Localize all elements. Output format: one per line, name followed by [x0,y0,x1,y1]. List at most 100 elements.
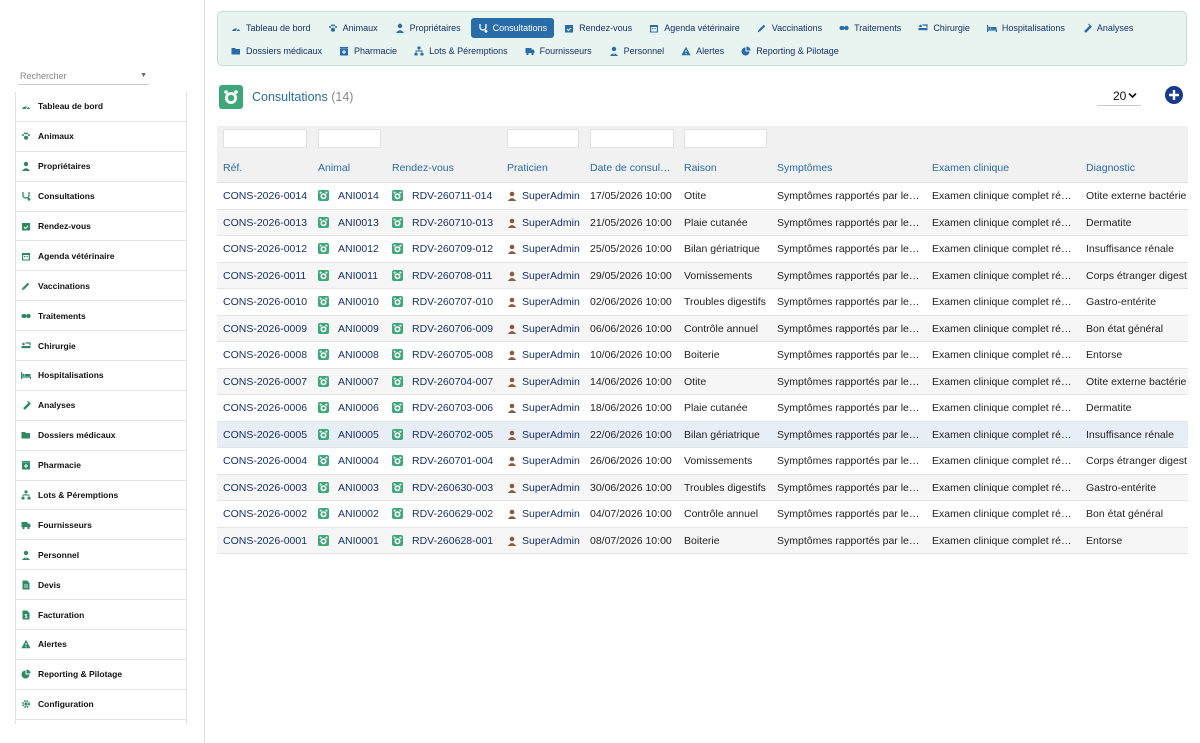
cell-animal[interactable]: ANI0013 [318,216,379,229]
rdv-link[interactable]: RDV-260705-008 [412,349,493,361]
sidebar-item-alertes[interactable]: Alertes [16,630,186,660]
cell-rdv[interactable]: RDV-260711-014 [392,190,492,202]
animal-link[interactable]: ANI0013 [338,217,379,229]
ref-link[interactable]: CONS-2026-0003 [223,482,307,494]
sidebar-item-fournisseurs[interactable]: Fournisseurs [16,510,186,541]
ref-link[interactable]: CONS-2026-0012 [223,243,307,255]
tab-rendez-vous[interactable]: Rendez-vous [557,18,639,38]
cell-animal[interactable]: ANI0006 [318,402,379,414]
cell-rdv[interactable]: RDV-260701-004 [392,455,493,467]
tab-traitements[interactable]: Traitements [832,18,908,38]
cell-rdv[interactable]: RDV-260708-011 [392,269,492,282]
rdv-link[interactable]: RDV-260710-013 [412,217,493,229]
animal-link[interactable]: ANI0011 [338,270,378,282]
sidebar-item-analyses[interactable]: Analyses [16,391,186,421]
cell-rdv[interactable]: RDV-260628-001 [392,534,493,547]
cell-praticien[interactable]: SuperAdmin [507,376,580,388]
ref-link[interactable]: CONS-2026-0008 [223,349,307,361]
tab-hospitalisations[interactable]: Hospitalisations [980,18,1072,38]
animal-link[interactable]: ANI0012 [338,243,379,255]
sidebar-item-reporting-pilotage[interactable]: Reporting & Pilotage [16,660,186,690]
filter-praticien-input[interactable] [507,129,579,148]
cell-praticien[interactable]: SuperAdmin [507,455,580,467]
tab-reporting-pilotage[interactable]: Reporting & Pilotage [734,41,846,61]
sidebar-item-chirurgie[interactable]: Chirurgie [16,331,186,362]
rdv-link[interactable]: RDV-260704-007 [412,376,493,388]
rdv-link[interactable]: RDV-260630-003 [412,482,493,494]
cell-rdv[interactable]: RDV-260704-007 [392,375,493,388]
sidebar-item-facturation[interactable]: $ Facturation [16,600,186,631]
sidebar-item-lots-p-remptions[interactable]: Lots & Péremptions [16,481,186,511]
sidebar-item-devis[interactable]: Devis [16,570,186,601]
tab-propri-taires[interactable]: Propriétaires [388,18,468,38]
cell-rdv[interactable]: RDV-260710-013 [392,216,493,229]
cell-animal[interactable]: ANI0003 [318,481,379,494]
table-row[interactable]: CONS-2026-0011 ANI0011 RDV-260708-011 Super… [217,262,1188,289]
rdv-link[interactable]: RDV-260629-002 [412,508,493,520]
sidebar-item-agenda-v-t-rinaire[interactable]: Agenda vétérinaire [16,241,186,272]
table-row[interactable]: CONS-2026-0010 ANI0010 RDV-260707-010 Super… [217,289,1188,316]
cell-animal[interactable]: ANI0014 [318,190,379,202]
cell-rdv[interactable]: RDV-260709-012 [392,243,493,255]
cell-animal[interactable]: ANI0001 [318,534,379,547]
tab-fournisseurs[interactable]: Fournisseurs [518,41,599,61]
cell-ref[interactable]: CONS-2026-0007 [223,376,307,388]
cell-ref[interactable]: CONS-2026-0010 [223,296,307,308]
cell-praticien[interactable]: SuperAdmin [507,402,580,414]
cell-ref[interactable]: CONS-2026-0004 [223,455,307,467]
cell-praticien[interactable]: SuperAdmin [507,323,580,335]
cell-ref[interactable]: CONS-2026-0011 [223,270,306,282]
ref-link[interactable]: CONS-2026-0007 [223,376,307,388]
animal-link[interactable]: ANI0002 [338,508,379,520]
cell-ref[interactable]: CONS-2026-0012 [223,243,307,255]
cell-ref[interactable]: CONS-2026-0003 [223,482,307,494]
table-row[interactable]: CONS-2026-0002 ANI0002 RDV-260629-002 Super… [217,501,1188,528]
cell-ref[interactable]: CONS-2026-0009 [223,323,307,335]
tab-consultations[interactable]: Consultations [470,17,555,38]
animal-link[interactable]: ANI0008 [338,349,379,361]
table-row[interactable]: CONS-2026-0006 ANI0006 RDV-260703-006 Super… [217,395,1188,422]
tab-analyses[interactable]: Analyses [1075,18,1141,38]
filter-raison-input[interactable] [684,129,767,148]
tab-lots-p-remptions[interactable]: Lots & Péremptions [407,41,515,61]
rdv-link[interactable]: RDV-260707-010 [412,296,493,308]
rdv-link[interactable]: RDV-260702-005 [412,429,493,441]
column-header[interactable]: Diagnostic [1086,162,1135,174]
table-row[interactable]: CONS-2026-0014 ANI0014 RDV-260711-014 Super… [217,183,1188,210]
ref-link[interactable]: CONS-2026-0006 [223,402,307,414]
cell-animal[interactable]: ANI0002 [318,508,379,520]
cell-animal[interactable]: ANI0010 [318,296,379,308]
praticien-link[interactable]: SuperAdmin [522,402,580,414]
tab-agenda-v-t-rinaire[interactable]: Agenda vétérinaire [642,18,747,38]
column-header[interactable]: Réf. [223,162,242,174]
animal-link[interactable]: ANI0010 [338,296,379,308]
praticien-link[interactable]: SuperAdmin [522,482,580,494]
praticien-link[interactable]: SuperAdmin [522,455,580,467]
cell-praticien[interactable]: SuperAdmin [507,429,580,441]
cell-ref[interactable]: CONS-2026-0006 [223,402,307,414]
cell-ref[interactable]: CONS-2026-0005 [223,429,307,441]
tab-alertes[interactable]: Alertes [674,41,731,61]
sidebar-item-propri-taires[interactable]: Propriétaires [16,152,186,182]
filter-ref-input[interactable] [223,129,307,148]
cell-ref[interactable]: CONS-2026-0008 [223,349,307,361]
praticien-link[interactable]: SuperAdmin [522,376,580,388]
praticien-link[interactable]: SuperAdmin [522,429,580,441]
table-row[interactable]: CONS-2026-0008 ANI0008 RDV-260705-008 Super… [217,342,1188,369]
cell-animal[interactable]: ANI0009 [318,322,379,335]
cell-rdv[interactable]: RDV-260703-006 [392,402,493,414]
cell-praticien[interactable]: SuperAdmin [507,349,580,361]
praticien-link[interactable]: SuperAdmin [522,190,580,202]
add-consultation-button[interactable] [1165,86,1183,104]
column-header[interactable]: Animal [318,162,350,174]
ref-link[interactable]: CONS-2026-0010 [223,296,307,308]
rdv-link[interactable]: RDV-260711-014 [412,190,492,202]
ref-link[interactable]: CONS-2026-0001 [223,535,307,547]
table-row[interactable]: CONS-2026-0005 ANI0005 RDV-260702-005 Super… [217,421,1188,448]
rdv-link[interactable]: RDV-260628-001 [412,535,493,547]
table-row[interactable]: CONS-2026-0004 ANI0004 RDV-260701-004 Super… [217,448,1188,475]
column-header[interactable]: Examen clinique [932,162,1009,174]
filter-date-input[interactable] [590,129,674,148]
praticien-link[interactable]: SuperAdmin [522,323,580,335]
column-header[interactable]: Date de consul… [590,162,676,174]
